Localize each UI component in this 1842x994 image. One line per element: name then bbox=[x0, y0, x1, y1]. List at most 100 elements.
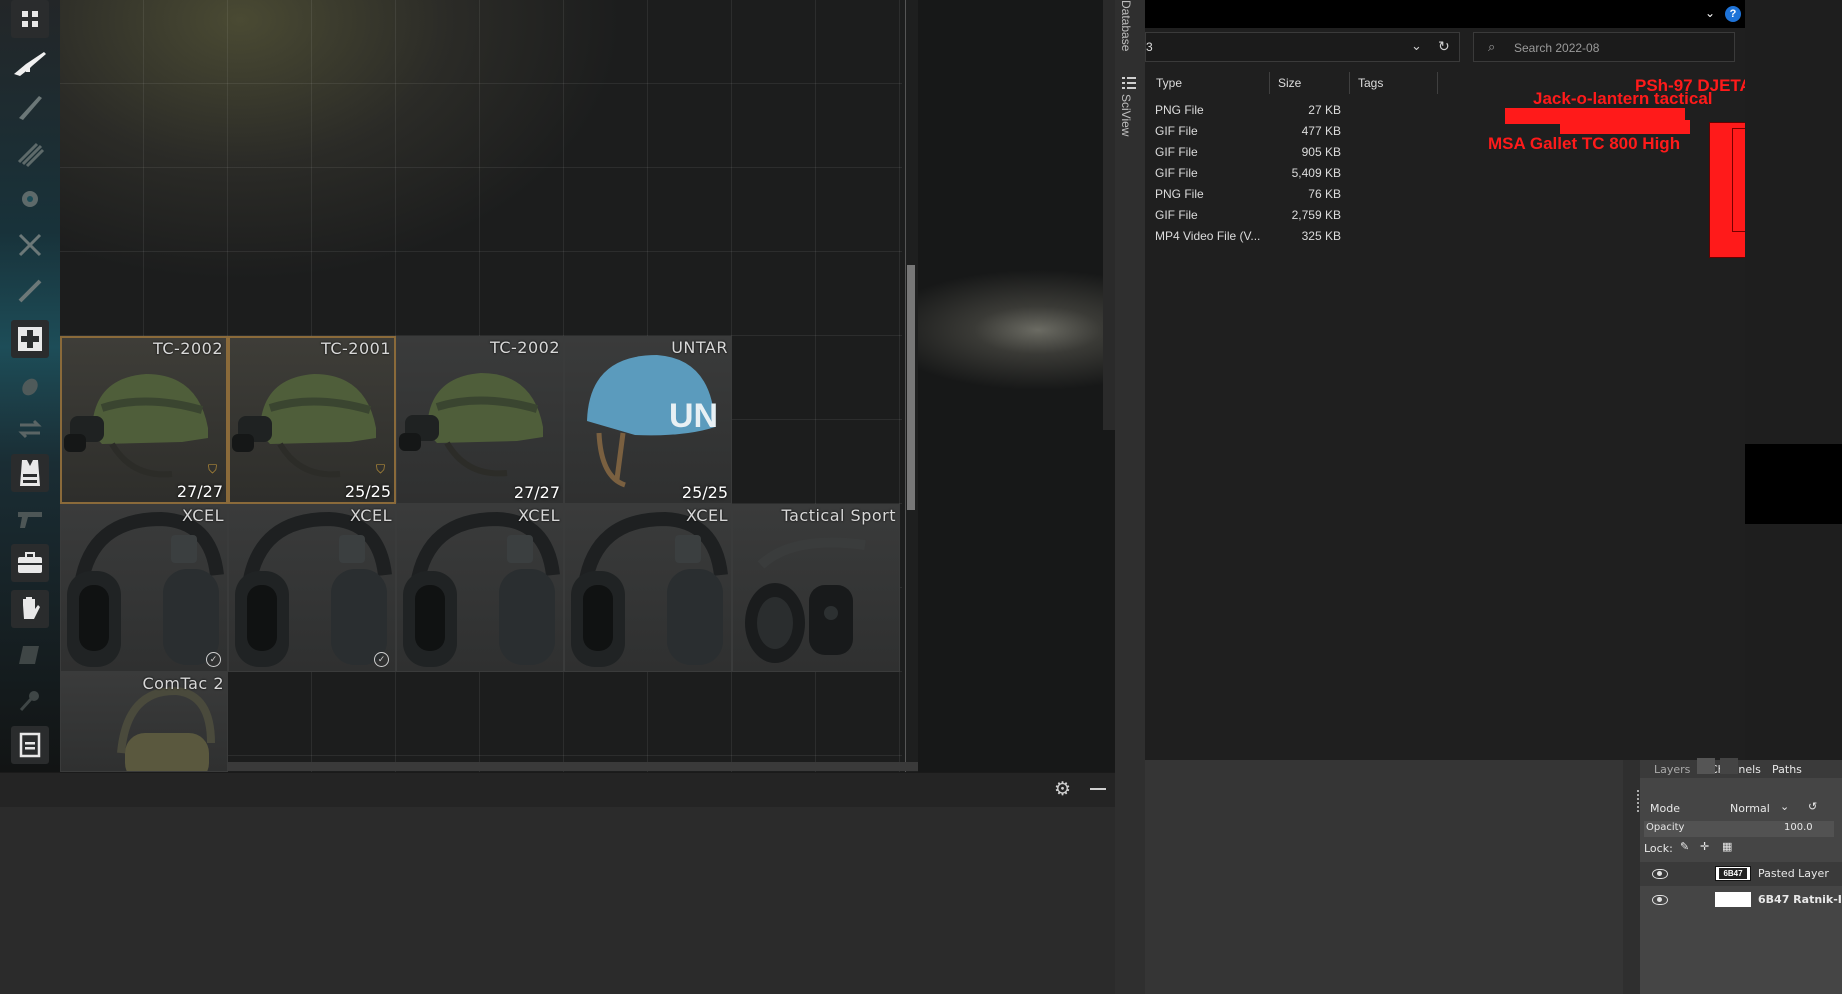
item-name: TC-2002 bbox=[153, 339, 223, 358]
item-name: TC-2001 bbox=[321, 339, 391, 358]
lock-alpha-icon[interactable]: ▦ bbox=[1722, 840, 1732, 853]
mode-value[interactable]: Normal bbox=[1730, 802, 1770, 815]
grenade-icon[interactable] bbox=[11, 366, 49, 404]
tab-database[interactable]: Database bbox=[1119, 0, 1133, 51]
minimize-icon[interactable] bbox=[1090, 788, 1106, 790]
canvas-area bbox=[1745, 0, 1842, 760]
item-cell[interactable]: ComTac 2 bbox=[60, 672, 228, 772]
game-scrollbar[interactable] bbox=[1103, 0, 1115, 430]
layer-row[interactable]: 6B47 Pasted Layer bbox=[1640, 862, 1842, 886]
tab-layers[interactable]: Layers bbox=[1654, 763, 1690, 776]
side-tab-strip: Database SciView bbox=[1115, 0, 1145, 994]
item-name: UNTAR bbox=[671, 338, 728, 357]
item-cell[interactable]: XCEL bbox=[564, 504, 732, 672]
item-durability: 27/27 bbox=[513, 483, 560, 502]
file-size: 325 KB bbox=[1301, 229, 1341, 243]
item-cell[interactable]: XCEL ✓ bbox=[60, 504, 228, 672]
image-icon[interactable] bbox=[1720, 758, 1738, 774]
list-icon bbox=[1122, 76, 1136, 89]
file-row[interactable]: GIF File 905 KB bbox=[1155, 142, 1515, 163]
eye-icon[interactable] bbox=[1652, 895, 1668, 905]
item-cell[interactable]: TC-2002 ⛉ 27/27 bbox=[60, 336, 228, 504]
item-durability: 27/27 bbox=[176, 482, 223, 501]
file-row[interactable]: GIF File 2,759 KB bbox=[1155, 205, 1515, 226]
item-cell[interactable]: XCEL bbox=[396, 504, 564, 672]
overlay-red-block bbox=[1560, 120, 1690, 134]
reset-icon[interactable]: ↺ bbox=[1808, 800, 1817, 813]
search-icon: ⌕ bbox=[1488, 39, 1496, 54]
pistol-icon[interactable] bbox=[11, 500, 49, 538]
rifle-icon[interactable] bbox=[11, 44, 49, 82]
grid-icon[interactable] bbox=[11, 0, 49, 38]
overlay-text: MSA Gallet TC 800 High bbox=[1488, 134, 1681, 153]
gear-icon[interactable] bbox=[11, 180, 49, 218]
gimp-empty-area bbox=[1145, 760, 1623, 994]
panel-button[interactable] bbox=[1697, 758, 1715, 774]
ammo-icon[interactable] bbox=[11, 134, 49, 172]
chevron-down-icon[interactable]: ⌄ bbox=[1411, 38, 1422, 54]
shield-icon: ⛉ bbox=[208, 462, 218, 476]
dock-handle[interactable] bbox=[1637, 790, 1641, 812]
tactical-headset-image bbox=[745, 537, 866, 663]
headset-image bbox=[235, 511, 392, 667]
chevron-down-icon[interactable]: ⌄ bbox=[1780, 800, 1789, 813]
item-cell[interactable]: XCEL ✓ bbox=[228, 504, 396, 672]
eye-icon[interactable] bbox=[1652, 869, 1668, 879]
chevron-down-icon[interactable]: ⌄ bbox=[1705, 6, 1715, 20]
item-name: XCEL bbox=[350, 506, 392, 525]
opacity-slider[interactable]: Opacity 100.0 bbox=[1644, 821, 1834, 837]
explorer-title-bar: ⌄ ? bbox=[1145, 0, 1745, 28]
stash-scrollbar-thumb[interactable] bbox=[907, 265, 915, 510]
file-row[interactable]: GIF File 477 KB bbox=[1155, 121, 1515, 142]
column-header-size[interactable]: Size bbox=[1270, 72, 1350, 94]
item-cell[interactable]: TC-2001 ⛉ 25/25 bbox=[228, 336, 396, 504]
swap-icon[interactable] bbox=[11, 410, 49, 448]
layer-name: 6B47 Ratnik-I bbox=[1758, 893, 1842, 906]
lock-position-icon[interactable]: ✛ bbox=[1700, 840, 1709, 853]
file-row[interactable]: MP4 Video File (V... 325 KB bbox=[1155, 226, 1515, 247]
green-helmet-image bbox=[64, 374, 208, 478]
check-icon: ✓ bbox=[206, 652, 221, 667]
file-row[interactable]: PNG File 27 KB bbox=[1155, 100, 1515, 121]
search-box[interactable]: ⌕ Search 2022-08 bbox=[1473, 32, 1735, 62]
tab-sciview[interactable]: SciView bbox=[1119, 94, 1133, 136]
knife-icon[interactable] bbox=[11, 88, 49, 126]
category-sidebar bbox=[0, 0, 60, 772]
lock-pixels-icon[interactable]: ✎ bbox=[1680, 840, 1689, 853]
headset-image bbox=[571, 511, 728, 667]
item-cell[interactable]: UN UNTAR 25/25 bbox=[564, 336, 732, 504]
file-row[interactable]: PNG File 76 KB bbox=[1155, 184, 1515, 205]
check-icon: ✓ bbox=[374, 652, 389, 667]
mode-label: Mode bbox=[1650, 802, 1680, 815]
layers-tab-bar: Layers Channels Paths bbox=[1640, 760, 1842, 778]
layer-row[interactable]: 6B47 Ratnik-I bbox=[1640, 888, 1842, 912]
column-header-tags[interactable]: Tags bbox=[1350, 72, 1438, 94]
address-bar[interactable]: 3 ⌄ ↻ bbox=[1145, 32, 1460, 62]
book-icon[interactable] bbox=[11, 636, 49, 674]
stick-icon[interactable] bbox=[11, 272, 49, 310]
key-icon[interactable] bbox=[11, 682, 49, 720]
item-name: XCEL bbox=[686, 506, 728, 525]
item-name: ComTac 2 bbox=[142, 674, 224, 693]
medkit-icon[interactable] bbox=[11, 320, 49, 358]
help-icon[interactable]: ? bbox=[1725, 6, 1741, 22]
green-helmet-image bbox=[399, 373, 543, 477]
backpack-icon[interactable] bbox=[11, 544, 49, 582]
file-type: MP4 Video File (V... bbox=[1155, 229, 1261, 243]
refresh-icon[interactable]: ↻ bbox=[1438, 38, 1450, 55]
file-row[interactable]: GIF File 5,409 KB bbox=[1155, 163, 1515, 184]
stash-horizontal-scrollbar[interactable] bbox=[228, 762, 968, 771]
layer-name: Pasted Layer bbox=[1758, 867, 1829, 880]
file-type: GIF File bbox=[1155, 124, 1198, 138]
item-name: Tactical Sport bbox=[781, 506, 896, 525]
tools-icon[interactable] bbox=[11, 226, 49, 264]
settings-gear-icon[interactable]: ⚙ bbox=[1054, 778, 1071, 801]
tab-paths[interactable]: Paths bbox=[1772, 763, 1802, 776]
column-header-type[interactable]: Type bbox=[1148, 72, 1270, 94]
item-cell[interactable]: TC-2002 27/27 bbox=[396, 336, 564, 504]
item-cell[interactable]: Tactical Sport bbox=[732, 504, 900, 672]
vest-icon[interactable] bbox=[11, 454, 49, 492]
notes-icon[interactable] bbox=[11, 726, 49, 764]
item-name: TC-2002 bbox=[490, 338, 560, 357]
glove-icon[interactable] bbox=[11, 590, 49, 628]
